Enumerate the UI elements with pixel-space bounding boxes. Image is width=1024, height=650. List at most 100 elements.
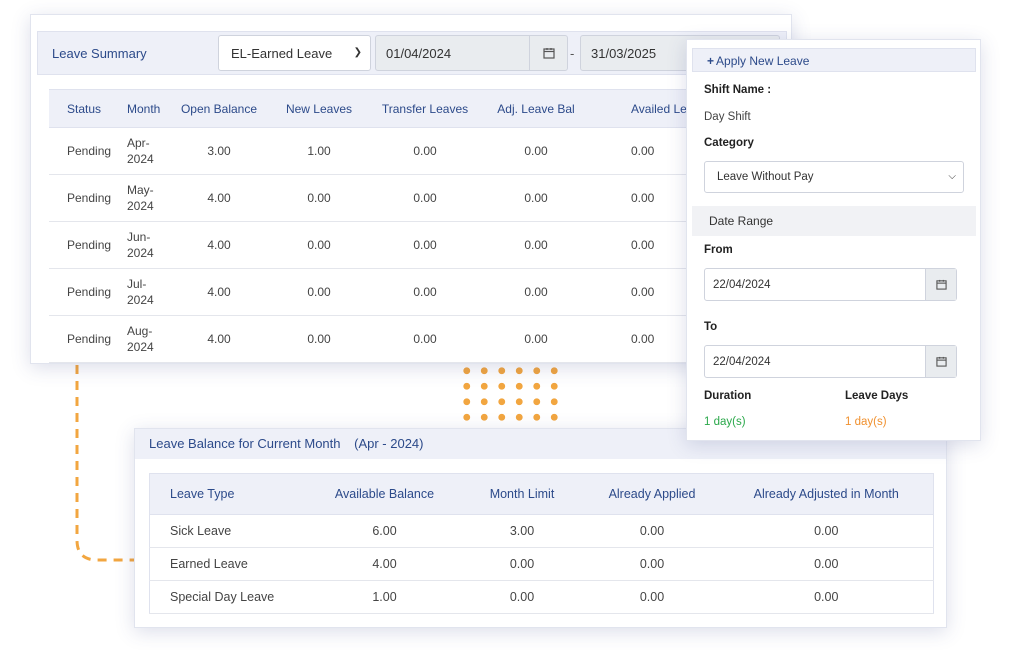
leave-type-value: EL-Earned Leave — [231, 46, 333, 61]
calendar-icon[interactable] — [925, 346, 956, 377]
category-label: Category — [704, 137, 754, 149]
shift-name-label: Shift Name : — [704, 84, 772, 96]
leave-type-cell: Special Day Leave — [149, 580, 310, 614]
summary-date-from-value: 01/04/2024 — [386, 46, 452, 61]
chevron-down-icon: ❯ — [353, 47, 362, 58]
already-applied-cell: 0.00 — [584, 580, 720, 614]
open-balance-cell: 4.00 — [169, 174, 269, 222]
col-adj-leave-bal: Adj. Leave Bal — [481, 89, 591, 128]
leave-balance-title: Leave Balance for Current Month — [149, 436, 341, 451]
available-balance-cell: 4.00 — [309, 547, 460, 581]
apply-leave-card: + Apply New Leave Shift Name : Day Shift … — [686, 39, 981, 441]
month-cell: Apr- 2024 — [117, 127, 169, 175]
month-name: Aug- — [127, 324, 153, 338]
open-balance-cell: 3.00 — [169, 127, 269, 175]
plus-icon: + — [707, 54, 715, 68]
leave-balance-table: Leave Type Available Balance Month Limit… — [149, 473, 934, 614]
chevron-down-icon: ⌵ — [948, 171, 956, 182]
to-date-input[interactable]: 22/04/2024 — [704, 345, 957, 378]
apply-leave-title: Apply New Leave — [716, 54, 810, 68]
col-transfer-leaves: Transfer Leaves — [369, 89, 481, 128]
month-name: Apr- — [127, 136, 150, 150]
month-cell: Jun- 2024 — [117, 221, 169, 269]
month-cell: Jul- 2024 — [117, 268, 169, 316]
new-leaves-cell: 1.00 — [269, 127, 369, 175]
leave-balance-card: Leave Balance for Current Month (Apr - 2… — [134, 428, 947, 628]
leave-type-select[interactable]: EL-Earned Leave ❯ — [218, 35, 371, 71]
shift-name-value: Day Shift — [704, 111, 751, 123]
calendar-icon[interactable] — [529, 36, 567, 70]
col-already-applied: Already Applied — [584, 473, 720, 515]
date-range-separator: - — [570, 46, 575, 61]
transfer-leaves-cell: 0.00 — [369, 315, 481, 363]
status-cell: Pending — [49, 268, 117, 316]
leave-type-cell: Sick Leave — [149, 514, 310, 548]
leave-balance-period: (Apr - 2024) — [354, 436, 424, 451]
status-cell: Pending — [49, 315, 117, 363]
table-row: Pending Aug- 2024 4.00 0.00 0.00 0.00 0.0… — [49, 315, 789, 363]
to-date-value: 22/04/2024 — [713, 356, 771, 368]
table-row: Pending May- 2024 4.00 0.00 0.00 0.00 0.0… — [49, 174, 789, 222]
adj-leave-bal-cell: 0.00 — [481, 268, 591, 316]
table-row: Pending Jul- 2024 4.00 0.00 0.00 0.00 0.0… — [49, 268, 789, 316]
table-row: Pending Apr- 2024 3.00 1.00 0.00 0.00 0.0… — [49, 127, 789, 175]
open-balance-cell: 4.00 — [169, 315, 269, 363]
month-name: Jul- — [127, 277, 147, 291]
calendar-icon[interactable] — [925, 269, 956, 300]
adj-leave-bal-cell: 0.00 — [481, 127, 591, 175]
month-limit-cell: 0.00 — [459, 580, 585, 614]
to-label: To — [704, 321, 718, 333]
duration-value: 1 day(s) — [704, 416, 746, 428]
new-leaves-cell: 0.00 — [269, 315, 369, 363]
adj-leave-bal-cell: 0.00 — [481, 315, 591, 363]
category-value: Leave Without Pay — [717, 171, 814, 183]
open-balance-cell: 4.00 — [169, 268, 269, 316]
table-row: Earned Leave 4.00 0.00 0.00 0.00 — [149, 547, 934, 581]
apply-leave-header[interactable]: + Apply New Leave — [692, 48, 976, 72]
from-date-value: 22/04/2024 — [713, 279, 771, 291]
from-label: From — [704, 244, 733, 256]
already-applied-cell: 0.00 — [584, 547, 720, 581]
col-already-adjusted: Already Adjusted in Month — [719, 473, 934, 515]
duration-label: Duration — [704, 390, 752, 402]
open-balance-cell: 4.00 — [169, 221, 269, 269]
adj-leave-bal-cell: 0.00 — [481, 221, 591, 269]
month-limit-cell: 0.00 — [459, 547, 585, 581]
table-row: Sick Leave 6.00 3.00 0.00 0.00 — [149, 514, 934, 548]
date-range-label: Date Range — [709, 214, 774, 228]
already-applied-cell: 0.00 — [584, 514, 720, 548]
month-cell: May- 2024 — [117, 174, 169, 222]
from-date-input[interactable]: 22/04/2024 — [704, 268, 957, 301]
month-name: May- — [127, 183, 154, 197]
month-year: 2024 — [127, 340, 154, 354]
leave-days-label: Leave Days — [845, 390, 909, 402]
transfer-leaves-cell: 0.00 — [369, 268, 481, 316]
col-month: Month — [117, 89, 169, 128]
status-cell: Pending — [49, 127, 117, 175]
col-month-limit: Month Limit — [459, 473, 585, 515]
month-limit-cell: 3.00 — [459, 514, 585, 548]
available-balance-cell: 1.00 — [309, 580, 460, 614]
table-header-row: Status Month Open Balance New Leaves Tra… — [49, 89, 789, 128]
category-select[interactable]: Leave Without Pay ⌵ — [704, 161, 964, 193]
status-cell: Pending — [49, 174, 117, 222]
new-leaves-cell: 0.00 — [269, 174, 369, 222]
already-adjusted-cell: 0.00 — [719, 514, 934, 548]
transfer-leaves-cell: 0.00 — [369, 221, 481, 269]
leave-summary-table: Status Month Open Balance New Leaves Tra… — [49, 89, 789, 363]
col-available-balance: Available Balance — [309, 473, 460, 515]
month-year: 2024 — [127, 293, 154, 307]
table-header-row: Leave Type Available Balance Month Limit… — [149, 473, 934, 515]
summary-date-from-field[interactable]: 01/04/2024 — [375, 35, 568, 71]
leave-summary-card: Leave Summary EL-Earned Leave ❯ 01/04/20… — [30, 14, 792, 364]
leave-summary-title: Leave Summary — [52, 46, 147, 61]
leave-summary-header: Leave Summary EL-Earned Leave ❯ 01/04/20… — [37, 31, 787, 75]
month-cell: Aug- 2024 — [117, 315, 169, 363]
new-leaves-cell: 0.00 — [269, 221, 369, 269]
new-leaves-cell: 0.00 — [269, 268, 369, 316]
transfer-leaves-cell: 0.00 — [369, 174, 481, 222]
status-cell: Pending — [49, 221, 117, 269]
month-year: 2024 — [127, 246, 154, 260]
table-row: Special Day Leave 1.00 0.00 0.00 0.00 — [149, 580, 934, 614]
col-status: Status — [49, 89, 117, 128]
